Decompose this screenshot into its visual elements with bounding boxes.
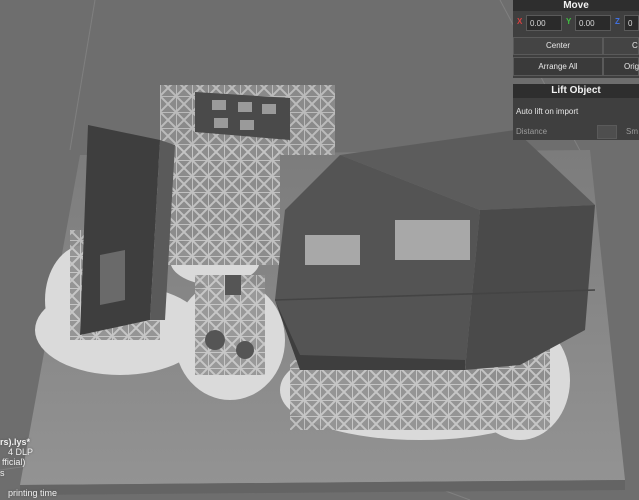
extra-info-text: s (0, 468, 5, 478)
distance-input[interactable] (597, 125, 617, 139)
x-axis-label: X (517, 17, 523, 26)
distance-label: Distance (516, 127, 548, 136)
file-name-text: rs).lys* (0, 437, 31, 447)
x-coordinate-input[interactable]: 0.00 (526, 15, 562, 31)
center-button[interactable]: Center (513, 37, 603, 55)
center-second-button[interactable]: C (603, 37, 639, 55)
smart-lift-button[interactable]: Sm (626, 127, 638, 136)
z-axis-label: Z (615, 17, 620, 26)
origin-button[interactable]: Origi (603, 57, 639, 76)
arrange-all-button[interactable]: Arrange All (513, 57, 603, 76)
printing-time-label: printing time (8, 488, 58, 498)
z-coordinate-input[interactable]: 0 (624, 15, 639, 31)
profile-text: fficial) (2, 457, 26, 467)
y-coordinate-input[interactable]: 0.00 (575, 15, 611, 31)
lift-object-title: Lift Object (513, 84, 639, 98)
printer-name-text: 4 DLP (8, 447, 34, 457)
coordinate-row: X 0.00 Y 0.00 Z 0 (513, 14, 639, 32)
move-panel: Move X 0.00 Y 0.00 Z 0 Center C Arrange … (513, 0, 639, 78)
move-panel-title: Move (513, 0, 639, 11)
y-axis-label: Y (566, 17, 572, 26)
model-left-panel (80, 125, 175, 335)
model-top-frame (195, 92, 290, 140)
auto-lift-checkbox-label[interactable]: Auto lift on import (516, 107, 578, 116)
lift-object-panel: Lift Object Auto lift on import Distance… (513, 84, 639, 140)
